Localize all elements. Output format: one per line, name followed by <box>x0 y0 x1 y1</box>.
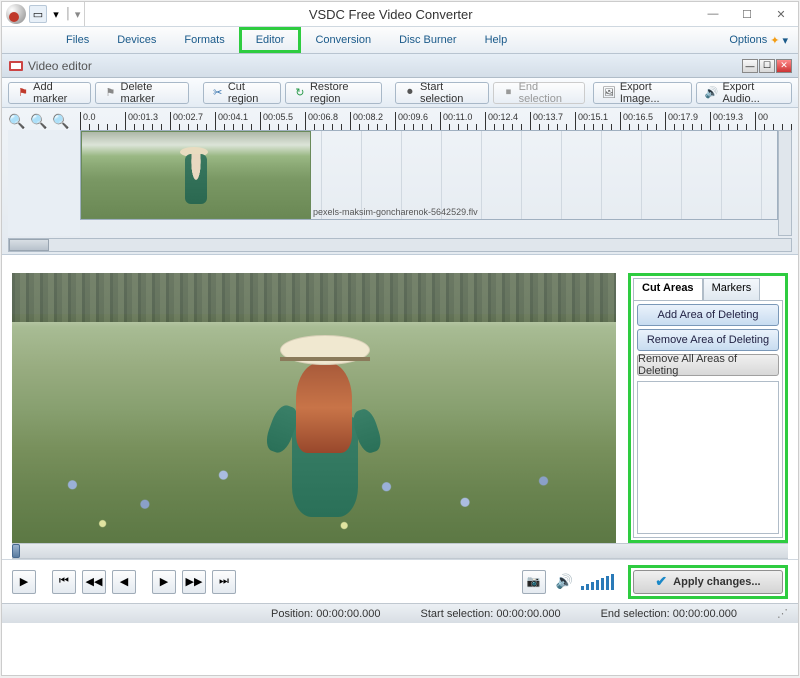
end-selection-icon: ⏹ <box>502 86 514 100</box>
start-selection-button[interactable]: ⏺Start selection <box>395 82 490 104</box>
start-selection-icon: ⏺ <box>404 86 416 100</box>
tab-editor[interactable]: Editor <box>239 27 302 53</box>
zoom-out-icon[interactable]: 🔍 <box>30 112 48 130</box>
rewind-button[interactable]: ◀◀ <box>82 570 106 594</box>
video-editor-icon <box>8 58 24 74</box>
panel-window-controls: — ☐ ✕ <box>742 59 792 73</box>
app-logo-icon <box>6 4 26 24</box>
cut-areas-list[interactable] <box>637 381 779 534</box>
quick-access-toolbar: ▭ ▾ │ ▾ <box>2 2 85 26</box>
zoom-fit-icon[interactable]: 🔍 <box>52 112 70 130</box>
status-position: Position: 00:00:00.000 <box>271 608 381 620</box>
tab-conversion[interactable]: Conversion <box>301 27 385 53</box>
tab-formats[interactable]: Formats <box>170 27 238 53</box>
volume-slider[interactable] <box>581 574 614 590</box>
image-export-icon: 🖼 <box>602 86 616 100</box>
preview-scrubber[interactable] <box>12 543 788 559</box>
flag-red-icon: ⚑ <box>17 86 29 100</box>
tab-devices[interactable]: Devices <box>103 27 170 53</box>
tab-cut-areas[interactable]: Cut Areas <box>633 278 703 300</box>
timeline-track[interactable]: pexels-maksim-goncharenok-5642529.flv <box>80 130 778 220</box>
app-title: VSDC Free Video Converter <box>85 7 696 22</box>
minimize-button[interactable]: — <box>696 3 730 25</box>
export-image-button[interactable]: 🖼Export Image... <box>593 82 692 104</box>
delete-marker-button[interactable]: ⚑Delete marker <box>95 82 189 104</box>
snapshot-button[interactable]: 📷 <box>522 570 546 594</box>
editor-subheader: Video editor — ☐ ✕ <box>2 54 798 78</box>
timeline-horizontal-scrollbar[interactable] <box>8 238 792 252</box>
scrubber-handle[interactable] <box>12 544 20 558</box>
timeline-zoom-controls: 🔍 🔍 🔍 <box>8 112 70 130</box>
chevron-down-icon: ▾ <box>782 34 788 47</box>
maximize-button[interactable]: ☐ <box>730 3 764 25</box>
options-label: Options <box>729 34 767 46</box>
tab-disc-burner[interactable]: Disc Burner <box>385 27 470 53</box>
timeline-area: 🔍 🔍 🔍 0.000:01.300:02.700:04.100:05.500:… <box>2 108 798 255</box>
app-window: ▭ ▾ │ ▾ VSDC Free Video Converter — ☐ ✕ … <box>1 1 799 676</box>
qat-dropdown-icon[interactable]: ▾ <box>50 5 62 23</box>
video-preview <box>12 273 616 543</box>
panel-maximize-button[interactable]: ☐ <box>759 59 775 73</box>
status-end-selection: End selection: 00:00:00.000 <box>601 608 737 620</box>
preview-frame <box>12 273 616 543</box>
clip-thumbnail <box>82 132 310 218</box>
step-back-button[interactable]: ◀ <box>112 570 136 594</box>
tab-files[interactable]: Files <box>52 27 103 53</box>
timeline-vertical-scrollbar[interactable] <box>778 130 792 236</box>
cut-areas-panel: Cut Areas Markers Add Area of Deleting R… <box>628 273 788 543</box>
preview-row: Cut Areas Markers Add Area of Deleting R… <box>2 255 798 543</box>
qat-customize-icon[interactable]: ▾ <box>75 8 81 21</box>
side-panel-body: Add Area of Deleting Remove Area of Dele… <box>633 300 783 538</box>
check-icon: ✔ <box>655 573 667 590</box>
audio-export-icon: 🔊 <box>705 86 719 100</box>
fast-forward-button[interactable]: ▶▶ <box>182 570 206 594</box>
resize-grip-icon[interactable]: ⋰ <box>777 607 788 620</box>
tab-help[interactable]: Help <box>471 27 522 53</box>
clip-filename: pexels-maksim-goncharenok-5642529.flv <box>313 207 478 217</box>
window-controls: — ☐ ✕ <box>696 3 798 25</box>
timeline-ruler[interactable]: 0.000:01.300:02.700:04.100:05.500:06.800… <box>80 112 792 130</box>
cut-region-button[interactable]: ✂Cut region <box>203 82 281 104</box>
volume-icon[interactable]: 🔊 <box>556 573 573 590</box>
go-end-button[interactable]: ⏭ <box>212 570 236 594</box>
add-marker-button[interactable]: ⚑Add marker <box>8 82 91 104</box>
remove-all-areas-button[interactable]: Remove All Areas of Deleting <box>637 354 779 376</box>
timeline-clip[interactable] <box>81 131 311 219</box>
restore-icon: ↻ <box>294 86 306 100</box>
end-selection-button[interactable]: ⏹End selection <box>493 82 584 104</box>
star-icon: ✦ <box>770 34 779 47</box>
qat-page-icon[interactable]: ▭ <box>29 5 47 23</box>
remove-area-button[interactable]: Remove Area of Deleting <box>637 329 779 351</box>
step-forward-button[interactable]: ▶ <box>152 570 176 594</box>
apply-changes-button[interactable]: ✔ Apply changes... <box>633 570 783 594</box>
editor-toolbar: ⚑Add marker ⚑Delete marker ✂Cut region ↻… <box>2 78 798 108</box>
apply-changes-highlight: ✔ Apply changes... <box>628 565 788 599</box>
panel-close-button[interactable]: ✕ <box>776 59 792 73</box>
statusbar: Position: 00:00:00.000 Start selection: … <box>2 603 798 623</box>
side-tabs: Cut Areas Markers <box>633 278 783 300</box>
ribbon-tabs: Files Devices Formats Editor Conversion … <box>2 26 798 54</box>
play-button[interactable]: ▶ <box>12 570 36 594</box>
panel-minimize-button[interactable]: — <box>742 59 758 73</box>
close-button[interactable]: ✕ <box>764 3 798 25</box>
apply-label: Apply changes... <box>673 576 760 588</box>
status-start-selection: Start selection: 00:00:00.000 <box>421 608 561 620</box>
zoom-in-icon[interactable]: 🔍 <box>8 112 26 130</box>
add-area-button[interactable]: Add Area of Deleting <box>637 304 779 326</box>
flag-grey-icon: ⚑ <box>104 86 116 100</box>
restore-region-button[interactable]: ↻Restore region <box>285 82 382 104</box>
go-start-button[interactable]: ⏮ <box>52 570 76 594</box>
titlebar: ▭ ▾ │ ▾ VSDC Free Video Converter — ☐ ✕ <box>2 2 798 26</box>
scissors-icon: ✂ <box>212 86 224 100</box>
options-link[interactable]: Options ✦ ▾ <box>719 27 798 53</box>
track-gutter <box>8 130 80 236</box>
subheader-title: Video editor <box>28 59 738 73</box>
tab-markers[interactable]: Markers <box>703 278 761 300</box>
export-audio-button[interactable]: 🔊Export Audio... <box>696 82 792 104</box>
transport-controls: ▶ ⏮ ◀◀ ◀ ▶ ▶▶ ⏭ 📷 🔊 ✔ Apply changes... <box>2 559 798 603</box>
